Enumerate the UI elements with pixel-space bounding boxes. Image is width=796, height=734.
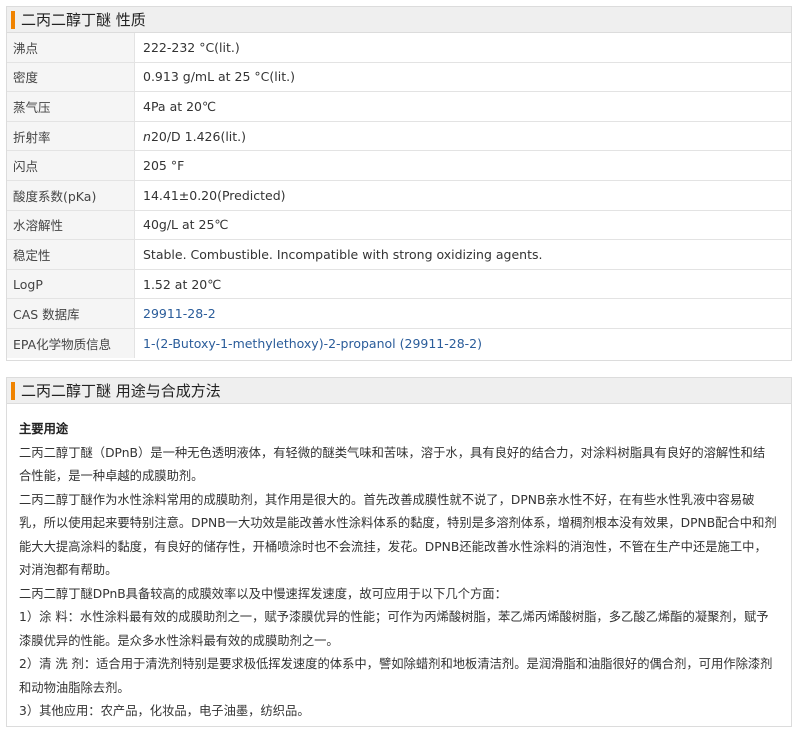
property-key: 沸点 — [7, 33, 135, 63]
usage-body: 主要用途 二丙二醇丁醚（DPnB）是一种无色透明液体，有轻微的醚类气味和苦味，溶… — [7, 404, 791, 724]
epa-info-link[interactable]: 1-(2-Butoxy-1-methylethoxy)-2-propanol (… — [143, 336, 482, 351]
property-key: EPA化学物质信息 — [7, 328, 135, 358]
usage-paragraph: 二丙二醇丁醚DPnB具备较高的成膜效率以及中慢速挥发速度，故可应用于以下几个方面… — [19, 586, 507, 601]
table-row: 酸度系数(pKa) 14.41±0.20(Predicted) — [7, 180, 791, 211]
table-row: EPA化学物质信息 1-(2-Butoxy-1-methylethoxy)-2-… — [7, 328, 792, 358]
property-key: 折射率 — [7, 121, 135, 152]
property-value: 222-232 °C(lit.) — [134, 33, 791, 63]
accent-bar — [11, 382, 15, 400]
table-row: 蒸气压 4Pa at 20℃ — [7, 91, 791, 122]
property-key: 酸度系数(pKa) — [7, 180, 135, 211]
refractive-index-value: 20/D 1.426(lit.) — [150, 128, 247, 144]
property-key: 水溶解性 — [7, 210, 135, 241]
table-row: CAS 数据库 29911-28-2 — [7, 298, 791, 329]
usage-header: 二丙二醇丁醚 用途与合成方法 — [7, 378, 791, 404]
usage-paragraph: 3）其他应用：农产品，化妆品，电子油墨，纺织品。 — [19, 704, 310, 718]
table-row: 密度 0.913 g/mL at 25 °C(lit.) — [7, 62, 791, 93]
usage-paragraph: 1）涂 料：水性涂料最有效的成膜助剂之一，赋予漆膜优异的性能；可作为丙烯酸树脂，… — [19, 610, 769, 648]
usage-paragraph: 2）清 洗 剂：适合用于清洗剂特别是要求极低挥发速度的体系中，譬如除蜡剂和地板清… — [19, 657, 773, 695]
property-key: 稳定性 — [7, 239, 135, 270]
properties-title: 二丙二醇丁醚 性质 — [21, 11, 146, 29]
property-value: Stable. Combustible. Incompatible with s… — [134, 239, 791, 270]
page: 二丙二醇丁醚 性质 沸点 222-232 °C(lit.) 密度 0.913 g… — [0, 0, 796, 734]
property-value: 1.52 at 20℃ — [134, 269, 791, 300]
property-value: 0.913 g/mL at 25 °C(lit.) — [134, 62, 791, 93]
table-row: LogP 1.52 at 20℃ — [7, 269, 791, 300]
property-key: 蒸气压 — [7, 91, 135, 122]
property-key: CAS 数据库 — [7, 298, 135, 329]
accent-bar — [11, 11, 15, 29]
refractive-index-prefix: n — [143, 128, 151, 144]
usage-panel: 二丙二醇丁醚 用途与合成方法 主要用途 二丙二醇丁醚（DPnB）是一种无色透明液… — [6, 377, 792, 727]
property-key: 闪点 — [7, 150, 135, 181]
property-value: 40g/L at 25℃ — [134, 210, 791, 241]
table-row: 折射率 n20/D 1.426(lit.) — [7, 121, 791, 152]
property-value: 14.41±0.20(Predicted) — [134, 180, 791, 211]
usage-title: 二丙二醇丁醚 用途与合成方法 — [21, 382, 221, 400]
property-value: 205 °F — [134, 150, 791, 181]
table-row: 稳定性 Stable. Combustible. Incompatible wi… — [7, 239, 791, 270]
property-value: n20/D 1.426(lit.) — [134, 121, 791, 152]
table-row: 沸点 222-232 °C(lit.) — [7, 33, 791, 63]
cas-database-link[interactable]: 29911-28-2 — [143, 306, 216, 321]
properties-panel: 二丙二醇丁醚 性质 沸点 222-232 °C(lit.) 密度 0.913 g… — [6, 6, 792, 361]
usage-paragraph: 二丙二醇丁醚作为水性涂料常用的成膜助剂，其作用是很大的。首先改善成膜性就不说了，… — [19, 492, 777, 578]
property-value: 29911-28-2 — [134, 298, 791, 329]
property-value: 4Pa at 20℃ — [134, 91, 791, 122]
usage-subtitle: 主要用途 — [19, 422, 69, 436]
table-row: 闪点 205 °F — [7, 150, 791, 181]
table-row: 水溶解性 40g/L at 25℃ — [7, 210, 791, 241]
property-value: 1-(2-Butoxy-1-methylethoxy)-2-propanol (… — [135, 328, 792, 357]
properties-header: 二丙二醇丁醚 性质 — [7, 7, 791, 33]
property-key: LogP — [7, 269, 135, 300]
property-key: 密度 — [7, 62, 135, 93]
usage-paragraph: 二丙二醇丁醚（DPnB）是一种无色透明液体，有轻微的醚类气味和苦味，溶于水，具有… — [19, 445, 766, 484]
properties-table: 沸点 222-232 °C(lit.) 密度 0.913 g/mL at 25 … — [7, 33, 791, 358]
